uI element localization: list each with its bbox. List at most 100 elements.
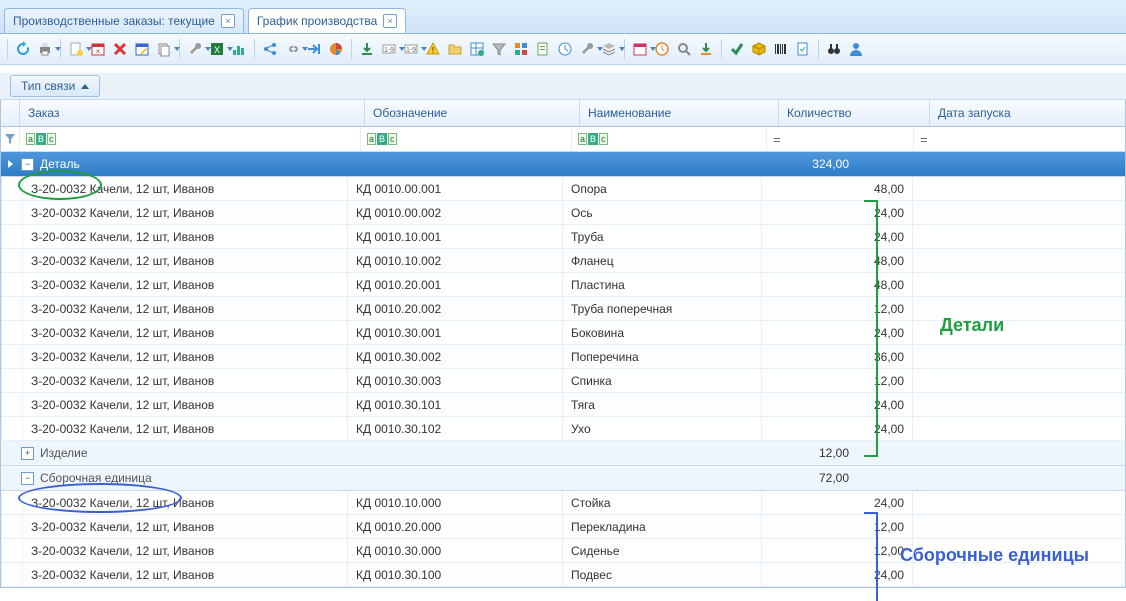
- search-icon[interactable]: [674, 39, 694, 59]
- chart-icon[interactable]: [229, 39, 249, 59]
- share-icon[interactable]: [260, 39, 280, 59]
- cell-designation: КД 0010.30.100: [348, 563, 563, 586]
- time-icon[interactable]: [555, 39, 575, 59]
- cell-name: Стойка: [563, 491, 762, 514]
- text-filter-icon: aBc: [367, 133, 397, 145]
- table-row[interactable]: З-20-0032 Качели, 12 шт, ИвановКД 0010.3…: [1, 345, 1125, 369]
- wrench-icon[interactable]: [185, 39, 205, 59]
- cell-qty: 24,00: [762, 201, 913, 224]
- filter-name[interactable]: aBc: [572, 127, 767, 151]
- table-row[interactable]: З-20-0032 Качели, 12 шт, ИвановКД 0010.1…: [1, 491, 1125, 515]
- tab-schedule[interactable]: График производства ×: [248, 8, 406, 33]
- barcode-icon[interactable]: [771, 39, 791, 59]
- binoculars-icon[interactable]: [824, 39, 844, 59]
- cal-edit-icon[interactable]: [132, 39, 152, 59]
- cell-designation: КД 0010.10.002: [348, 249, 563, 272]
- cell-launch: [913, 417, 1126, 440]
- table-row[interactable]: З-20-0032 Качели, 12 шт, ИвановКД 0010.3…: [1, 393, 1125, 417]
- row-indent: [2, 491, 23, 514]
- step-icon[interactable]: [304, 39, 324, 59]
- table-row[interactable]: З-20-0032 Качели, 12 шт, ИвановКД 0010.3…: [1, 321, 1125, 345]
- toolbar: × X 1-9 1-9 !: [0, 34, 1126, 65]
- col-order[interactable]: Заказ: [20, 100, 365, 126]
- cell-name: Фланец: [563, 249, 762, 272]
- download-icon[interactable]: [357, 39, 377, 59]
- table-row[interactable]: З-20-0032 Качели, 12 шт, ИвановКД 0010.3…: [1, 417, 1125, 441]
- check-icon[interactable]: [727, 39, 747, 59]
- table-row[interactable]: З-20-0032 Качели, 12 шт, ИвановКД 0010.2…: [1, 515, 1125, 539]
- cell-qty: 36,00: [762, 345, 913, 368]
- row-indent: [2, 515, 23, 538]
- doc-green-icon[interactable]: [533, 39, 553, 59]
- funnel-icon[interactable]: [489, 39, 509, 59]
- cal-pink-icon[interactable]: [630, 39, 650, 59]
- col-qty[interactable]: Количество: [779, 100, 930, 126]
- folder-icon[interactable]: [445, 39, 465, 59]
- link-icon[interactable]: [282, 39, 302, 59]
- cell-launch: [913, 369, 1126, 392]
- cal-delete-icon[interactable]: ×: [88, 39, 108, 59]
- box-icon[interactable]: [749, 39, 769, 59]
- table-row[interactable]: З-20-0032 Качели, 12 шт, ИвановКД 0010.0…: [1, 177, 1125, 201]
- table-row[interactable]: З-20-0032 Качели, 12 шт, ИвановКД 0010.3…: [1, 539, 1125, 563]
- row-indent: [2, 225, 23, 248]
- col-launch[interactable]: Дата запуска: [930, 100, 1126, 126]
- user-icon[interactable]: [846, 39, 866, 59]
- close-icon[interactable]: ×: [383, 14, 397, 28]
- cell-name: Сиденье: [563, 539, 762, 562]
- wrench2-icon[interactable]: [577, 39, 597, 59]
- filter-order[interactable]: aBc: [20, 127, 361, 151]
- print-icon[interactable]: [35, 39, 55, 59]
- tab-label: График производства: [257, 14, 377, 28]
- cell-qty: 24,00: [762, 417, 913, 440]
- row-indent: [2, 321, 23, 344]
- cell-launch: [913, 225, 1126, 248]
- cell-designation: КД 0010.20.000: [348, 515, 563, 538]
- new-doc-icon[interactable]: [66, 39, 86, 59]
- col-designation[interactable]: Обозначение: [365, 100, 580, 126]
- table-row[interactable]: З-20-0032 Качели, 12 шт, ИвановКД 0010.1…: [1, 249, 1125, 273]
- cell-order: З-20-0032 Качели, 12 шт, Иванов: [23, 225, 348, 248]
- collapse-icon[interactable]: −: [21, 472, 34, 485]
- group-by-pill[interactable]: Тип связи: [10, 75, 100, 97]
- filter-qty[interactable]: =: [767, 127, 914, 151]
- copy-icon[interactable]: [154, 39, 174, 59]
- doc-check-icon[interactable]: [793, 39, 813, 59]
- warn-icon[interactable]: !: [423, 39, 443, 59]
- group-row-product[interactable]: + Изделие 12,00: [1, 441, 1125, 466]
- close-icon[interactable]: ×: [221, 14, 235, 28]
- cell-name: Подвес: [563, 563, 762, 586]
- cell-launch: [913, 273, 1126, 296]
- filter-indicator[interactable]: [1, 127, 20, 151]
- col-name[interactable]: Наименование: [580, 100, 779, 126]
- table-row[interactable]: З-20-0032 Качели, 12 шт, ИвановКД 0010.2…: [1, 273, 1125, 297]
- filter-launch[interactable]: =: [914, 127, 1126, 151]
- refresh-icon[interactable]: [13, 39, 33, 59]
- range1-icon[interactable]: 1-9: [379, 39, 399, 59]
- group-row-assembly[interactable]: − Сборочная единица 72,00: [1, 466, 1125, 491]
- collapse-icon[interactable]: −: [21, 158, 34, 171]
- apps-icon[interactable]: [511, 39, 531, 59]
- cell-launch: [913, 321, 1126, 344]
- table-row[interactable]: З-20-0032 Качели, 12 шт, ИвановКД 0010.3…: [1, 369, 1125, 393]
- table-row[interactable]: З-20-0032 Качели, 12 шт, ИвановКД 0010.3…: [1, 563, 1125, 587]
- filter-designation[interactable]: aBc: [361, 127, 572, 151]
- download2-icon[interactable]: [696, 39, 716, 59]
- table-row[interactable]: З-20-0032 Качели, 12 шт, ИвановКД 0010.2…: [1, 297, 1125, 321]
- cell-launch: [913, 177, 1126, 200]
- expand-icon[interactable]: +: [21, 447, 34, 460]
- delete-icon[interactable]: [110, 39, 130, 59]
- cell-designation: КД 0010.20.001: [348, 273, 563, 296]
- grid-plus-icon[interactable]: [467, 39, 487, 59]
- layers-icon[interactable]: [599, 39, 619, 59]
- cell-order: З-20-0032 Качели, 12 шт, Иванов: [23, 369, 348, 392]
- tab-orders[interactable]: Производственные заказы: текущие ×: [4, 8, 244, 33]
- range2-icon[interactable]: 1-9: [401, 39, 421, 59]
- group-row-detail[interactable]: − Деталь 324,00: [1, 152, 1125, 177]
- excel-icon[interactable]: X: [207, 39, 227, 59]
- table-row[interactable]: З-20-0032 Качели, 12 шт, ИвановКД 0010.1…: [1, 225, 1125, 249]
- table-row[interactable]: З-20-0032 Качели, 12 шт, ИвановКД 0010.0…: [1, 201, 1125, 225]
- cell-qty: 12,00: [762, 297, 913, 320]
- pie-icon[interactable]: [326, 39, 346, 59]
- clock-icon[interactable]: [652, 39, 672, 59]
